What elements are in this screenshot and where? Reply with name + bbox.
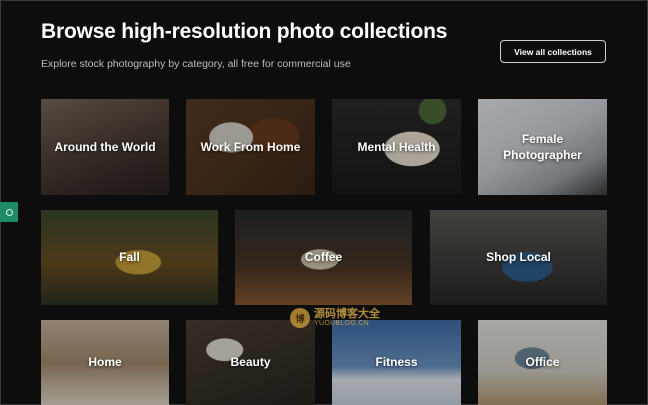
collection-tile-shop-local[interactable]: Shop Local [430,210,607,305]
collection-tile-office[interactable]: Office [478,320,607,405]
collection-label: Female Photographer [503,131,582,162]
collection-tile-beauty[interactable]: Beauty [186,320,315,405]
collection-label: Work From Home [200,139,301,154]
view-all-collections-button[interactable]: View all collections [500,40,606,63]
collection-tile-around-the-world[interactable]: Around the World [41,99,169,195]
collection-tile-work-from-home[interactable]: Work From Home [186,99,315,195]
collection-label: Around the World [54,139,156,154]
page-title: Browse high-resolution photo collections [41,20,448,43]
collection-tile-mental-health[interactable]: Mental Health [332,99,461,195]
page-subtitle: Explore stock photography by category, a… [41,58,351,70]
watermark-text: 源码博客大全 [314,307,380,320]
circle-icon [5,208,13,216]
collection-label: Coffee [304,250,343,265]
collection-label: Shop Local [486,250,551,265]
side-feedback-tab[interactable] [0,202,18,222]
collection-label: Office [525,355,560,370]
collection-label: Beauty [230,355,271,370]
collection-label: Home [88,355,122,370]
collection-label: Mental Health [357,139,436,154]
collection-label: Fitness [375,355,418,370]
collection-label: Fall [119,250,140,265]
collection-tile-female-photographer[interactable]: Female Photographer [478,99,607,195]
collection-tile-home[interactable]: Home [41,320,169,405]
collection-tile-coffee[interactable]: Coffee [235,210,412,305]
collection-tile-fitness[interactable]: Fitness [332,320,461,405]
collection-tile-fall[interactable]: Fall [41,210,218,305]
